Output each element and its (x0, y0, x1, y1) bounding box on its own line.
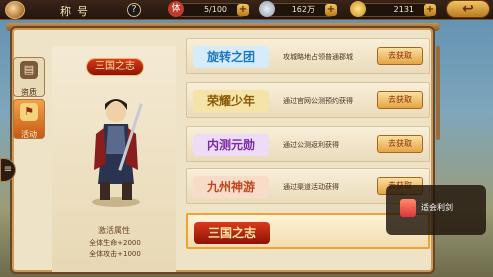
silver-value: 162万 (291, 5, 315, 14)
title-row[interactable]: 荣耀少年 通过官网公测预约获得 去获取 (186, 82, 430, 118)
attributes-title: 激活属性 (98, 226, 130, 235)
obtain-button[interactable]: 去获取 (377, 135, 423, 153)
watermark-overlay: 适会利剑 (386, 185, 486, 235)
gold-value: 2131 (393, 5, 414, 14)
tab-activity[interactable]: ⚑ 活动 (13, 99, 45, 139)
gold-bar: 2131 (355, 3, 435, 17)
obtain-button[interactable]: 去获取 (377, 91, 423, 109)
character-card: 三国之志 激活属性 全体生命+2000 全体攻击+1000 (52, 46, 176, 272)
title-description: 通过公测返利获得 (283, 141, 339, 149)
book-icon: ▤ (20, 61, 38, 79)
title-description: 通过官网公测预约获得 (283, 97, 353, 105)
equipped-title-badge: 三国之志 (86, 58, 144, 76)
title-logo: 旋转之团 (193, 46, 269, 68)
stamina-icon: 体 (168, 1, 184, 17)
title-icon (5, 1, 25, 19)
gold-ingot-icon (350, 1, 366, 17)
watermark-logo-icon (400, 199, 416, 217)
gold-plus-button[interactable]: + (424, 4, 436, 16)
stamina-value: 5/100 (203, 5, 227, 14)
flag-icon: ⚑ (20, 103, 38, 121)
back-button[interactable]: ↩ (446, 0, 490, 18)
page-title: 称号 (60, 5, 94, 18)
list-scrollbar[interactable] (436, 46, 440, 140)
title-row[interactable]: 旋转之团 攻城略地占领普通郡城 去获取 (186, 38, 430, 74)
top-bar: 称号 ? 5/100 体 + 162万 + 2131 + ↩ (0, 0, 493, 20)
obtain-button[interactable]: 去获取 (377, 47, 423, 65)
title-logo: 三国之志 (194, 222, 270, 244)
silver-coin-icon (259, 1, 275, 17)
title-description: 攻城略地占领普通郡城 (283, 53, 353, 61)
attribute-hp: 全体生命+2000 (89, 239, 141, 247)
tab-qualification[interactable]: ▤ 资质 (13, 57, 45, 97)
title-logo: 荣耀少年 (193, 90, 269, 112)
tab-label: 活动 (21, 130, 37, 139)
stamina-plus-button[interactable]: + (237, 4, 249, 16)
side-tabs: ▤ 资质 ⚑ 活动 (13, 57, 45, 139)
title-row[interactable]: 内测元勋 通过公测返利获得 去获取 (186, 126, 430, 162)
title-description: 通过渠道活动获得 (283, 183, 339, 191)
silver-plus-button[interactable]: + (325, 4, 337, 16)
hero-figure (92, 99, 143, 207)
title-logo: 九州神游 (193, 176, 269, 198)
title-logo: 内测元勋 (193, 134, 269, 156)
tab-label: 资质 (21, 88, 37, 97)
attribute-attack: 全体攻击+1000 (89, 250, 141, 258)
help-button[interactable]: ? (127, 3, 141, 17)
watermark-text: 适会利剑 (421, 203, 453, 212)
